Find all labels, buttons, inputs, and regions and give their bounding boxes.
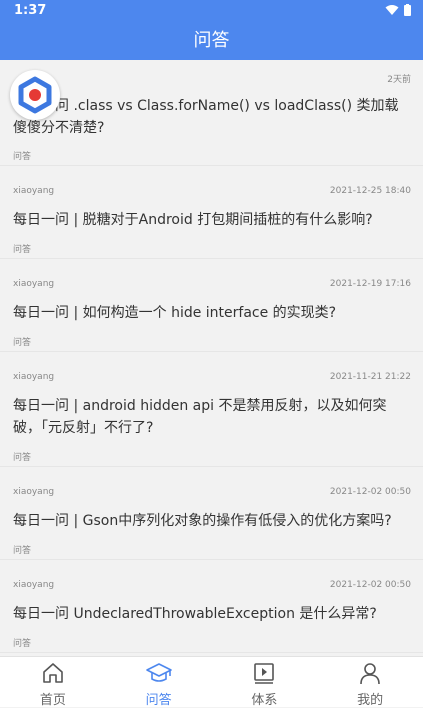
question-author: xiaoyang — [13, 279, 55, 289]
page-title: 问答 — [193, 30, 230, 51]
question-category: 问答 — [13, 546, 32, 556]
system-icons — [385, 4, 411, 16]
question-author: xiaoyang — [13, 487, 55, 497]
tab-system[interactable]: 体系 — [212, 657, 318, 708]
question-title: 每日一问 UndeclaredThrowableException 是什么异常? — [13, 606, 377, 622]
question-date: 2021-11-21 21:22 — [329, 372, 411, 382]
tab-home[interactable]: 首页 — [0, 657, 106, 708]
tab-system-label: 体系 — [251, 693, 278, 708]
question-item[interactable]: 2天前 每日一问 .class vs Class.forName() vs lo… — [0, 60, 423, 166]
battery-icon — [404, 4, 411, 16]
question-item[interactable]: xiaoyang 2021-11-21 21:22 每日一问 | android… — [0, 352, 423, 467]
question-date: 2天前 — [387, 75, 411, 85]
person-icon — [360, 663, 380, 685]
question-item[interactable]: xiaoyang 2021-12-19 17:16 每日一问 | 如何构造一个 … — [0, 259, 423, 352]
question-date: 2021-12-02 00:50 — [329, 580, 411, 590]
question-author: xiaoyang — [13, 186, 55, 196]
media-play-icon — [254, 663, 275, 684]
question-title: 每日一问 .class vs Class.forName() vs loadCl… — [13, 98, 399, 136]
question-title: 每日一问 | 脱糖对于Android 打包期间插桩的有什么影响? — [13, 212, 373, 228]
question-author: xiaoyang — [13, 580, 55, 590]
tab-mine-label: 我的 — [357, 693, 384, 708]
tab-home-label: 首页 — [39, 693, 66, 708]
home-icon — [43, 663, 63, 683]
question-item[interactable]: xiaoyang 2021-12-25 18:40 每日一问 | 脱糖对于And… — [0, 166, 423, 259]
question-author: xiaoyang — [13, 372, 55, 382]
question-category: 问答 — [13, 639, 32, 649]
tab-qa[interactable]: 问答 — [106, 657, 212, 708]
question-date: 2021-12-25 18:40 — [329, 186, 411, 196]
app-logo-fab[interactable] — [10, 70, 60, 120]
question-category: 问答 — [13, 338, 32, 348]
question-title: 每日一问 | android hidden api 不是禁用反射，以及如何突破，… — [13, 398, 387, 436]
question-date: 2021-12-02 00:50 — [329, 487, 411, 497]
question-item[interactable]: xiaoyang 2021-12-02 00:50 每日一问 Undeclare… — [0, 560, 423, 653]
wifi-icon — [385, 5, 399, 15]
hexagon-logo-icon — [18, 76, 52, 114]
question-title: 每日一问 | 如何构造一个 hide interface 的实现类? — [13, 305, 337, 321]
question-category: 问答 — [13, 152, 32, 162]
status-time: 1:37 — [14, 3, 47, 18]
tab-qa-label: 问答 — [145, 693, 172, 708]
question-date: 2021-12-19 17:16 — [329, 279, 411, 289]
question-item[interactable]: xiaoyang 2021-12-02 00:50 每日一问 | Gson中序列… — [0, 467, 423, 560]
question-title: 每日一问 | Gson中序列化对象的操作有低侵入的优化方案吗? — [13, 513, 392, 529]
bottom-tab-bar: 首页 问答 体系 我的 — [0, 656, 423, 708]
status-bar: 1:37 — [0, 0, 423, 22]
question-category: 问答 — [13, 453, 32, 463]
app-bar: 问答 — [0, 22, 423, 60]
question-list: 2天前 每日一问 .class vs Class.forName() vs lo… — [0, 60, 423, 656]
question-category: 问答 — [13, 245, 32, 255]
graduation-cap-icon — [145, 663, 172, 682]
tab-mine[interactable]: 我的 — [317, 657, 423, 708]
